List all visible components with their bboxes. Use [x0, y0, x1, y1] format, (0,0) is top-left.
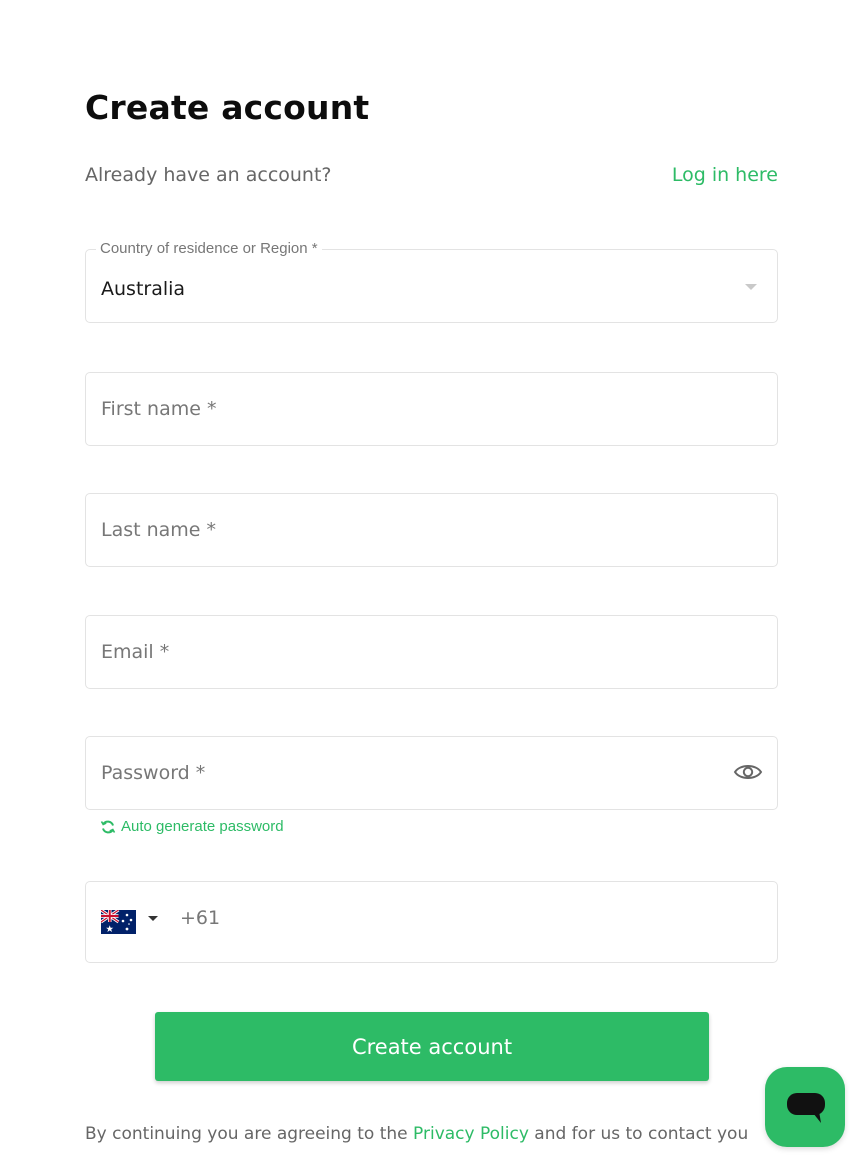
login-prompt-row: Already have an account? Log in here: [85, 160, 778, 190]
email-field[interactable]: Email *: [85, 615, 778, 689]
chevron-down-icon: [745, 284, 757, 290]
last-name-placeholder: Last name *: [101, 519, 217, 541]
privacy-policy-link[interactable]: Privacy Policy: [413, 1124, 529, 1144]
legal-prefix: By continuing you are agreeing to the: [85, 1124, 408, 1144]
password-field[interactable]: Password *: [85, 736, 778, 810]
auto-generate-password-label: Auto generate password: [121, 818, 284, 835]
email-placeholder: Email *: [101, 641, 170, 663]
legal-notice: By continuing you are agreeing to the Pr…: [85, 1124, 748, 1144]
country-select-label: Country of residence or Region *: [96, 240, 322, 257]
eye-icon[interactable]: [733, 761, 763, 783]
last-name-field[interactable]: Last name *: [85, 493, 778, 567]
phone-field[interactable]: +61: [85, 881, 778, 963]
refresh-icon: [100, 820, 116, 833]
password-placeholder: Password *: [101, 762, 206, 784]
chat-button[interactable]: [765, 1067, 845, 1147]
country-select[interactable]: Country of residence or Region * Austral…: [85, 240, 778, 323]
first-name-field[interactable]: First name *: [85, 372, 778, 446]
dial-code: +61: [180, 907, 221, 929]
create-account-button[interactable]: Create account: [155, 1012, 709, 1081]
first-name-placeholder: First name *: [101, 398, 217, 420]
australia-flag-icon: [101, 910, 136, 934]
page-title: Create account: [85, 88, 370, 127]
country-code-dropdown[interactable]: [101, 910, 158, 934]
caret-down-icon: [148, 915, 158, 921]
country-select-value: Australia: [101, 278, 186, 300]
auto-generate-password-link[interactable]: Auto generate password: [100, 818, 284, 835]
login-link[interactable]: Log in here: [672, 164, 778, 186]
chat-bubble-icon: [787, 1093, 825, 1123]
login-prompt-text: Already have an account?: [85, 164, 332, 186]
legal-suffix: and for us to contact you: [534, 1124, 749, 1144]
